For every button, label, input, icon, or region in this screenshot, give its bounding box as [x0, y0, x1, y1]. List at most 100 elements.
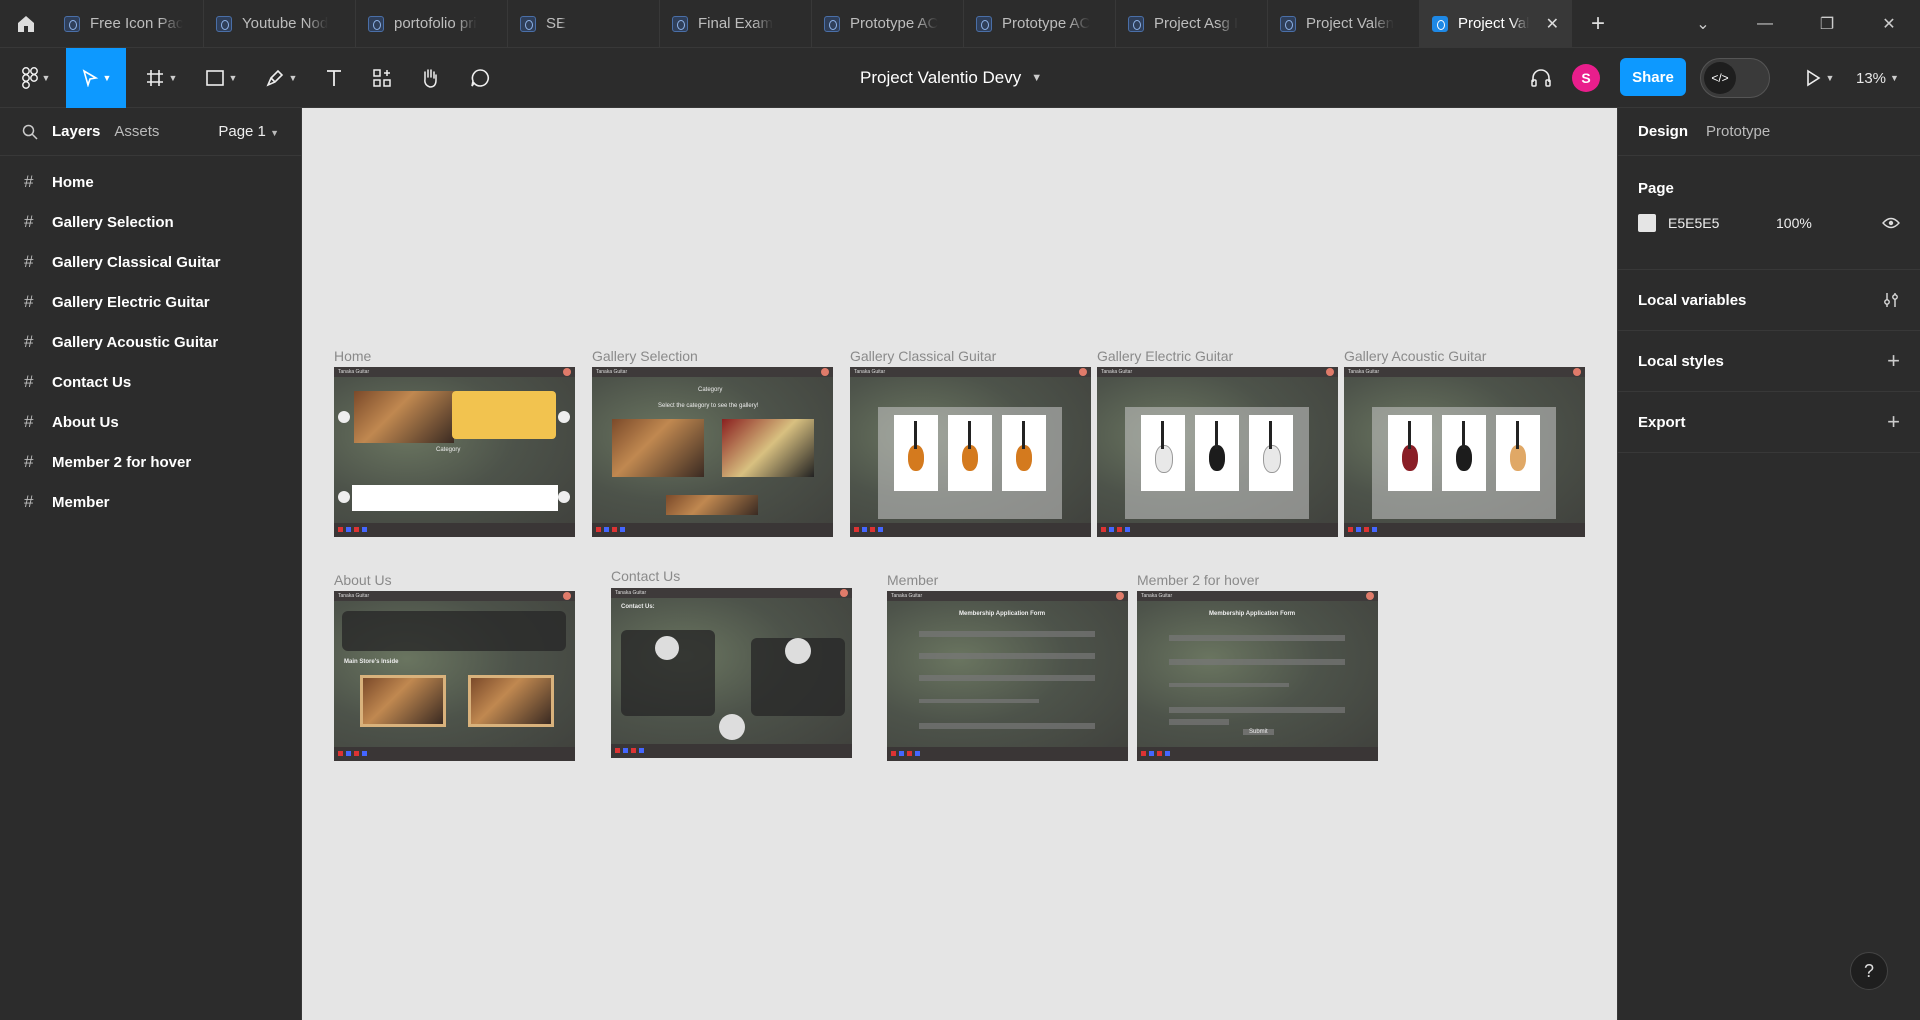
file-tab[interactable]: Project Valen	[1268, 0, 1420, 47]
layer-item[interactable]: # Member 2 for hover	[0, 442, 301, 482]
comment-tool-button[interactable]	[462, 48, 498, 108]
mini-contact-heading: Contact Us:	[621, 604, 655, 610]
frame-gallery-acoustic[interactable]: Tanaka Guitar	[1344, 367, 1585, 537]
file-tab[interactable]: Final Exam	[660, 0, 812, 47]
frame-label-gallery-selection[interactable]: Gallery Selection	[592, 348, 698, 364]
tab-layers[interactable]: Layers	[52, 123, 100, 140]
export-section[interactable]: Export +	[1618, 392, 1920, 453]
layer-item[interactable]: # Contact Us	[0, 362, 301, 402]
guitar-card	[1195, 415, 1239, 491]
new-tab-button[interactable]: +	[1572, 0, 1624, 47]
document-title[interactable]: Project Valentio Devy ▼	[860, 48, 1042, 108]
frame-label-home[interactable]: Home	[334, 348, 371, 364]
search-icon[interactable]	[22, 124, 38, 140]
chevron-down-icon: ▼	[1031, 72, 1043, 84]
layer-item[interactable]: # Gallery Classical Guitar	[0, 242, 301, 282]
file-tab[interactable]: Free Icon Pac	[52, 0, 204, 47]
move-tool-button[interactable]: ▼	[66, 48, 126, 108]
hand-tool-button[interactable]	[412, 48, 448, 108]
eye-icon[interactable]	[1882, 217, 1900, 229]
banner-image	[354, 391, 454, 443]
frame-gallery-classical[interactable]: Tanaka Guitar	[850, 367, 1091, 537]
local-variables-section[interactable]: Local variables	[1618, 270, 1920, 331]
minimize-button[interactable]: —	[1734, 0, 1796, 48]
frame-member-hover[interactable]: Tanaka Guitar Membership Application For…	[1137, 591, 1378, 761]
frame-label-gallery-classical[interactable]: Gallery Classical Guitar	[850, 348, 996, 364]
frame-label-gallery-acoustic[interactable]: Gallery Acoustic Guitar	[1344, 348, 1486, 364]
canvas[interactable]: Home Gallery Selection Gallery Classical…	[302, 108, 1617, 1020]
figma-file-icon	[520, 15, 536, 32]
layer-item[interactable]: # Gallery Electric Guitar	[0, 282, 301, 322]
plus-icon[interactable]: +	[1887, 348, 1900, 374]
left-panel-tabs: Layers Assets Page 1 ▼	[0, 108, 301, 156]
dev-mode-toggle[interactable]: </>	[1700, 58, 1770, 98]
main-menu-button[interactable]: ▼	[14, 48, 58, 108]
avatar[interactable]: S	[1572, 64, 1600, 92]
frame-label-gallery-electric[interactable]: Gallery Electric Guitar	[1097, 348, 1233, 364]
tab-assets[interactable]: Assets	[114, 123, 159, 140]
shape-tool-button[interactable]: ▼	[198, 48, 244, 108]
plus-icon[interactable]: +	[1887, 409, 1900, 435]
file-tab[interactable]: portofolio pri	[356, 0, 508, 47]
form-field	[1169, 659, 1345, 665]
mini-footer	[334, 747, 575, 761]
frame-home[interactable]: Tanaka Guitar Category	[334, 367, 575, 537]
tab-prototype[interactable]: Prototype	[1706, 123, 1770, 140]
frame-label-contact-us[interactable]: Contact Us	[611, 568, 680, 584]
page-selector[interactable]: Page 1 ▼	[218, 123, 279, 140]
carousel-prev-icon	[338, 411, 350, 423]
guitar-card	[1388, 415, 1432, 491]
layer-item[interactable]: # Member	[0, 482, 301, 522]
frame-member[interactable]: Tanaka Guitar Membership Application For…	[887, 591, 1128, 761]
frame-label-member[interactable]: Member	[887, 572, 938, 588]
tab-design[interactable]: Design	[1638, 123, 1688, 140]
page-color-hex[interactable]: E5E5E5	[1668, 215, 1776, 231]
file-tab[interactable]: Youtube Nod	[204, 0, 356, 47]
frame-gallery-selection[interactable]: Tanaka Guitar Category Select the catego…	[592, 367, 833, 537]
mini-store-heading: Main Store's Inside	[344, 659, 399, 665]
frame-about-us[interactable]: Tanaka Guitar Main Store's Inside	[334, 591, 575, 761]
share-button[interactable]: Share	[1620, 58, 1686, 96]
pen-tool-button[interactable]: ▼	[258, 48, 304, 108]
frame-contact-us[interactable]: Tanaka Guitar Contact Us:	[611, 588, 852, 758]
avatar	[563, 592, 571, 600]
frame-gallery-electric[interactable]: Tanaka Guitar	[1097, 367, 1338, 537]
page-color-swatch[interactable]	[1638, 214, 1656, 232]
page-opacity[interactable]: 100%	[1776, 215, 1812, 231]
layer-item[interactable]: # Home	[0, 162, 301, 202]
layer-item[interactable]: # About Us	[0, 402, 301, 442]
zoom-menu[interactable]: 13% ▼	[1856, 48, 1899, 108]
frame-label-member-hover[interactable]: Member 2 for hover	[1137, 572, 1259, 588]
layer-item[interactable]: # Gallery Selection	[0, 202, 301, 242]
file-tab-active[interactable]: Project Val ✕	[1420, 0, 1572, 47]
text-tool-button[interactable]	[316, 48, 352, 108]
tabs-overflow-button[interactable]: ⌄	[1672, 0, 1734, 48]
file-tab[interactable]: Prototype AC	[964, 0, 1116, 47]
text-icon	[327, 70, 341, 86]
close-tab-icon[interactable]: ✕	[1546, 14, 1559, 34]
page-color-row[interactable]: E5E5E5 100%	[1638, 197, 1900, 249]
layer-item[interactable]: # Gallery Acoustic Guitar	[0, 322, 301, 362]
guitar-card	[894, 415, 938, 491]
variables-icon[interactable]	[1882, 291, 1900, 309]
local-styles-label: Local styles	[1638, 352, 1724, 370]
restore-button[interactable]: ❐	[1796, 0, 1858, 48]
help-button[interactable]: ?	[1850, 952, 1888, 990]
home-icon	[18, 15, 34, 32]
local-variables-label: Local variables	[1638, 291, 1747, 309]
home-button[interactable]	[0, 0, 52, 47]
file-tab[interactable]: Project Asg I	[1116, 0, 1268, 47]
file-tab[interactable]: Prototype AC	[812, 0, 964, 47]
frame-icon: #	[24, 452, 34, 471]
mini-submit-button: Submit	[1243, 729, 1274, 735]
resources-tool-button[interactable]	[364, 48, 400, 108]
frame-label-about-us[interactable]: About Us	[334, 572, 392, 588]
avatar	[1366, 592, 1374, 600]
audio-button[interactable]	[1526, 48, 1556, 108]
frame-tool-button[interactable]: ▼	[138, 48, 184, 108]
frame-icon	[146, 70, 163, 86]
present-button[interactable]: ▼	[1794, 48, 1844, 108]
close-window-button[interactable]: ✕	[1858, 0, 1920, 48]
file-tab[interactable]: SE	[508, 0, 660, 47]
local-styles-section[interactable]: Local styles +	[1618, 331, 1920, 392]
